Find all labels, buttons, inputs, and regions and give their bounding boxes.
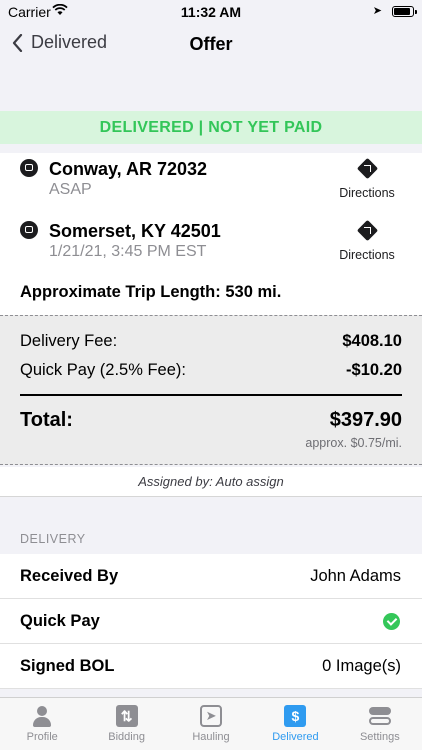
route-card: Conway, AR 72032 ASAP Directions Somerse… — [0, 153, 422, 315]
directions-icon — [356, 157, 378, 180]
dropoff-directions-button[interactable]: Directions — [332, 219, 402, 262]
received-by-label: Received By — [20, 567, 119, 585]
page-title: Offer — [189, 34, 233, 54]
tab-bidding[interactable]: ⇅ Bidding — [84, 698, 168, 750]
dropoff-city: Somerset, KY 42501 — [49, 221, 221, 241]
dropoff-time: 1/21/21, 3:45 PM EST — [49, 243, 207, 260]
battery-icon — [392, 6, 417, 17]
trip-length: Approximate Trip Length: 530 mi. — [20, 283, 282, 301]
assigned-by: Assigned by: Auto assign — [0, 467, 422, 497]
toggles-icon — [368, 705, 391, 727]
per-mile-rate: approx. $0.75/mi. — [305, 436, 402, 450]
hauling-icon: ➤ — [200, 705, 223, 727]
directions-label: Directions — [339, 248, 395, 262]
status-bar: Carrier 11:32 AM ➤ — [0, 0, 422, 24]
delivery-fee-row: Delivery Fee: $408.10 — [20, 332, 402, 351]
received-by-value: John Adams — [310, 567, 401, 585]
total-row: Total: $397.90 approx. $0.75/mi. — [20, 409, 402, 450]
pickup-pin-icon — [20, 159, 38, 177]
tab-delivered[interactable]: $ Delivered — [253, 698, 337, 750]
tab-label: Bidding — [108, 731, 145, 743]
list-item-received-by: Received By John Adams — [0, 554, 422, 599]
total-value: $397.90 — [329, 409, 402, 431]
total-label: Total: — [20, 409, 73, 431]
delivery-fee-label: Delivery Fee: — [20, 332, 118, 350]
delivery-list: Received By John Adams Quick Pay Signed … — [0, 554, 422, 689]
tab-hauling[interactable]: ➤ Hauling — [169, 698, 253, 750]
tab-bar: Profile ⇅ Bidding ➤ Hauling $ Delivered … — [0, 697, 422, 750]
tab-label: Profile — [26, 731, 58, 743]
navigation-bar: Delivered Offer — [0, 24, 422, 66]
pickup-city: Conway, AR 72032 — [49, 159, 208, 179]
tab-label: Hauling — [192, 731, 230, 743]
dropoff-pin-icon — [20, 221, 38, 239]
dollar-icon: $ — [284, 705, 307, 727]
pickup-directions-button[interactable]: Directions — [332, 157, 402, 200]
tab-profile[interactable]: Profile — [0, 698, 84, 750]
bidding-icon: ⇅ — [115, 705, 138, 727]
delivery-section-header: DELIVERY — [20, 532, 86, 546]
delivery-fee-value: $408.10 — [342, 332, 402, 350]
quick-pay-label: Quick Pay — [20, 612, 100, 630]
signed-bol-value: 0 Image(s) — [322, 657, 401, 675]
tab-settings[interactable]: Settings — [338, 698, 422, 750]
checkmark-circle-icon — [383, 613, 400, 630]
quick-pay-fee-label: Quick Pay (2.5% Fee): — [20, 361, 186, 379]
clock-time: 11:32 AM — [180, 4, 242, 20]
list-item-signed-bol[interactable]: Signed BOL 0 Image(s) — [0, 644, 422, 689]
total-divider — [20, 394, 402, 396]
status-banner: DELIVERED | NOT YET PAID — [0, 111, 422, 144]
tab-label: Delivered — [272, 731, 319, 743]
location-arrow-icon: ➤ — [372, 5, 382, 17]
quick-pay-fee-value: -$10.20 — [346, 361, 402, 379]
list-item-quick-pay: Quick Pay — [0, 599, 422, 644]
directions-label: Directions — [339, 186, 395, 200]
quick-pay-fee-row: Quick Pay (2.5% Fee): -$10.20 — [20, 361, 402, 380]
pickup-time: ASAP — [49, 181, 92, 198]
fees-panel: Delivery Fee: $408.10 Quick Pay (2.5% Fe… — [0, 315, 422, 465]
directions-icon — [356, 219, 378, 242]
tab-label: Settings — [359, 731, 400, 743]
signed-bol-label: Signed BOL — [20, 657, 115, 675]
person-icon — [31, 705, 53, 727]
